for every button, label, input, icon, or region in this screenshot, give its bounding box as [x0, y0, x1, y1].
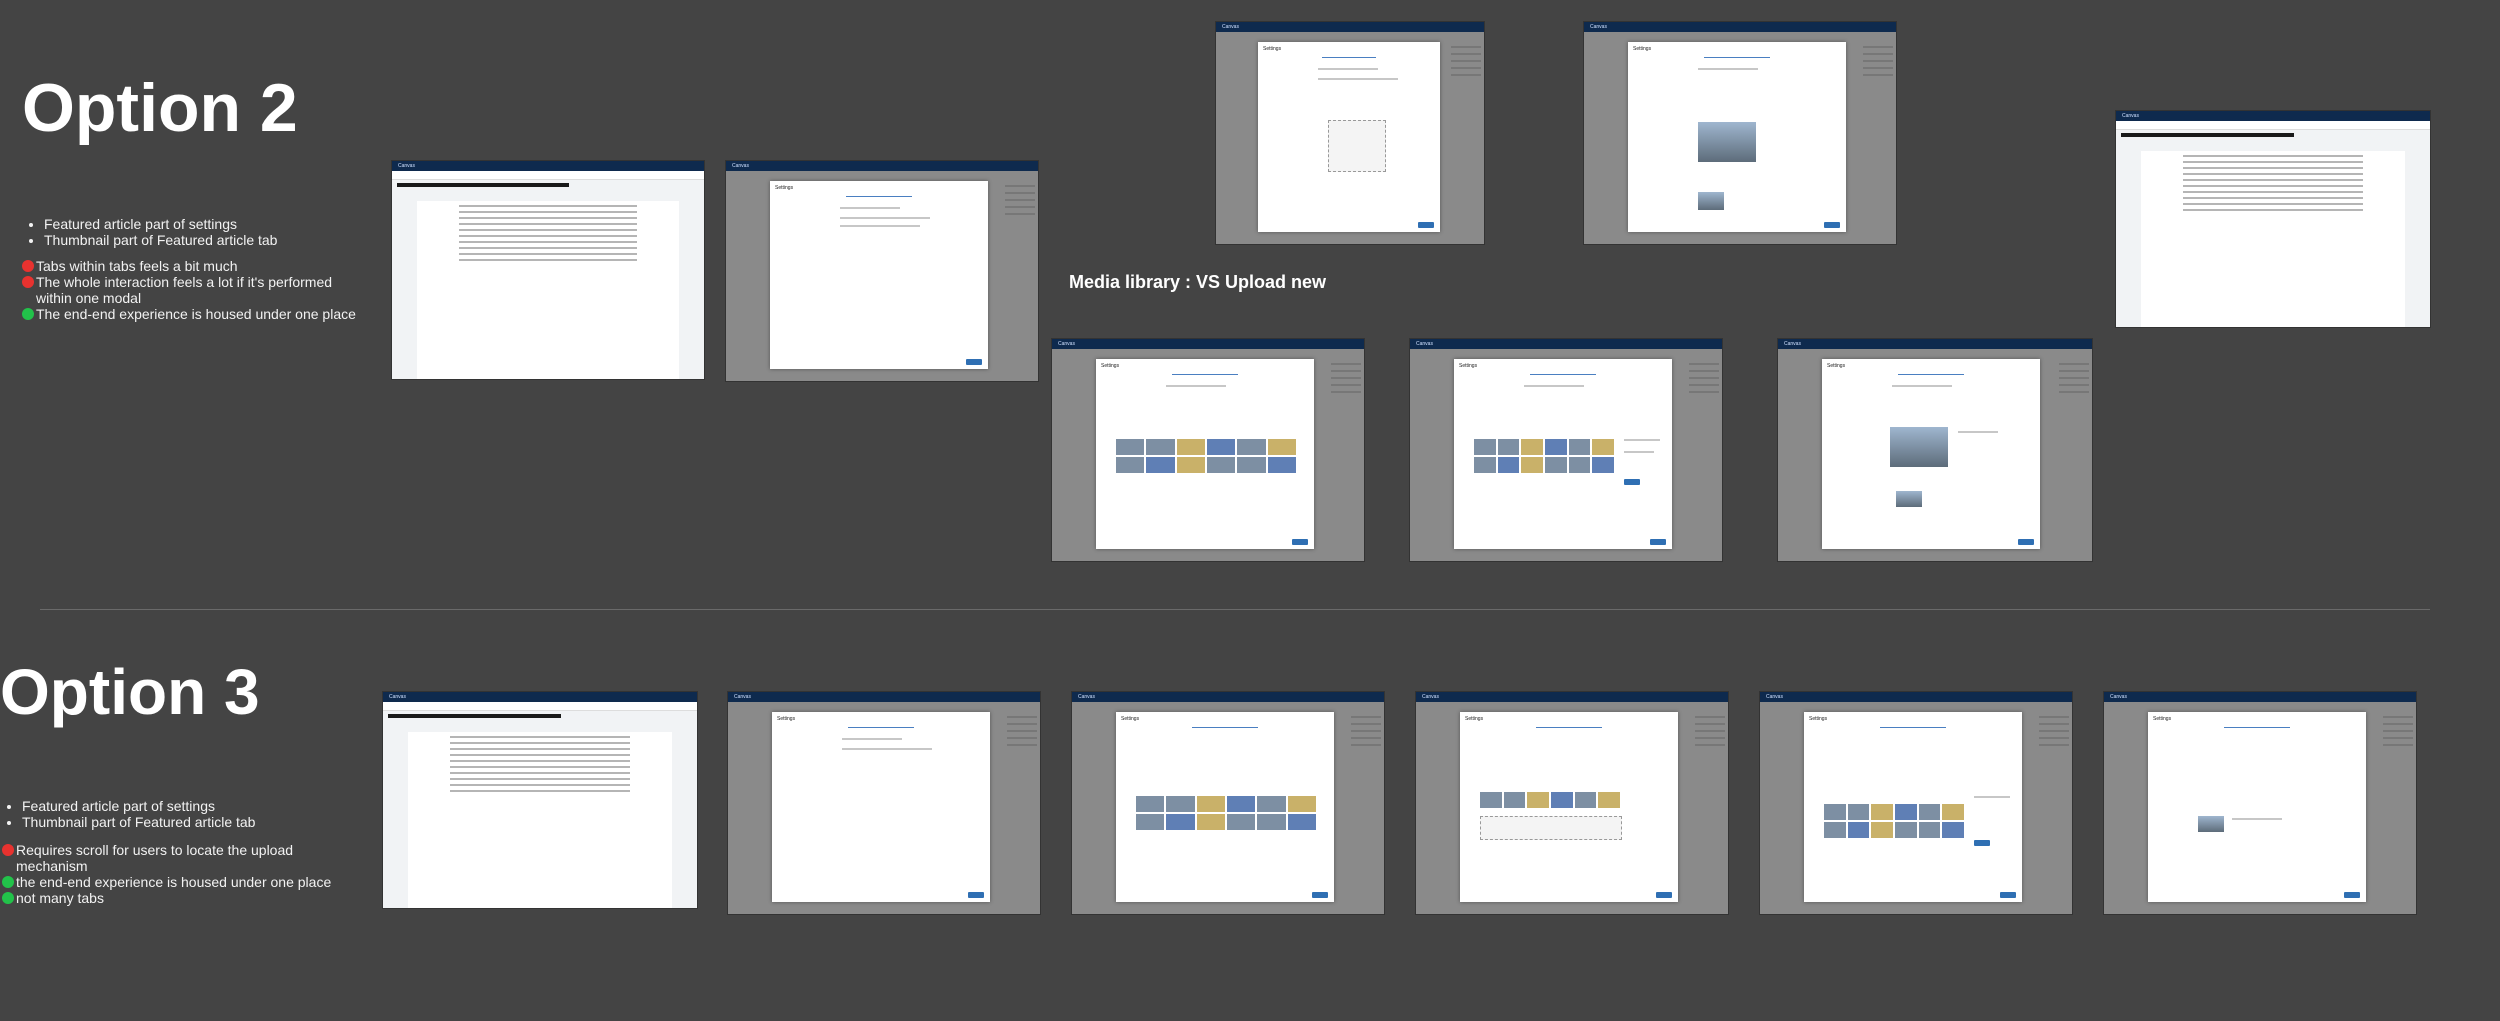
note-item: The end-end experience is housed under o… — [22, 306, 362, 322]
option-3-heading: Option 3 — [0, 656, 260, 728]
thumbnail-final-article: Canvas — [2116, 111, 2430, 327]
thumbnail-settings-modal: Canvas Settings — [726, 161, 1038, 381]
bullet-item: Thumbnail part of Featured article tab — [22, 814, 342, 830]
bullet-item: Featured article part of settings — [44, 216, 362, 232]
media-library-caption: Media library : VS Upload new — [1069, 272, 1327, 292]
thumbnail-article-page: Canvas — [392, 161, 704, 379]
green-status-icon — [2, 876, 14, 888]
option-2-notes: Featured article part of settings Thumbn… — [22, 216, 362, 322]
thumbnail-scroll-upload-modal: Canvas Settings — [1416, 692, 1728, 914]
option-3-bullet-list: Featured article part of settings Thumbn… — [2, 798, 342, 830]
thumbnail-article-page: Canvas — [383, 692, 697, 908]
red-status-icon — [2, 844, 14, 856]
thumbnail-media-library-modal: Canvas Settings — [1072, 692, 1384, 914]
thumbnail-selected-image-modal: Canvas Settings — [1778, 339, 2092, 561]
bullet-item: Thumbnail part of Featured article tab — [44, 232, 362, 248]
note-item: Tabs within tabs feels a bit much — [22, 258, 362, 274]
section-divider — [40, 609, 2430, 610]
red-status-icon — [22, 260, 34, 272]
note-item: the end-end experience is housed under o… — [2, 874, 342, 890]
thumbnail-media-library-properties-modal: Canvas Settings — [1410, 339, 1722, 561]
thumbnail-media-library-modal: Canvas Settings — [1052, 339, 1364, 561]
thumbnail-settings-modal: Canvas Settings — [728, 692, 1040, 914]
note-item: Requires scroll for users to locate the … — [2, 842, 342, 874]
red-status-icon — [22, 276, 34, 288]
green-status-icon — [2, 892, 14, 904]
note-item: not many tabs — [2, 890, 342, 906]
green-status-icon — [22, 308, 34, 320]
thumbnail-upload-modal: Canvas Settings — [1216, 22, 1484, 244]
note-item: The whole interaction feels a lot if it'… — [22, 274, 362, 306]
thumbnail-selected-image-modal: Canvas Settings — [2104, 692, 2416, 914]
thumbnail-media-library-properties-modal: Canvas Settings — [1760, 692, 2072, 914]
option-2-bullet-list: Featured article part of settings Thumbn… — [22, 216, 362, 248]
option-2-heading: Option 2 — [22, 70, 298, 146]
option-3-notes: Featured article part of settings Thumbn… — [2, 798, 342, 906]
thumbnail-uploaded-image-modal: Canvas Settings — [1584, 22, 1896, 244]
bullet-item: Featured article part of settings — [22, 798, 342, 814]
